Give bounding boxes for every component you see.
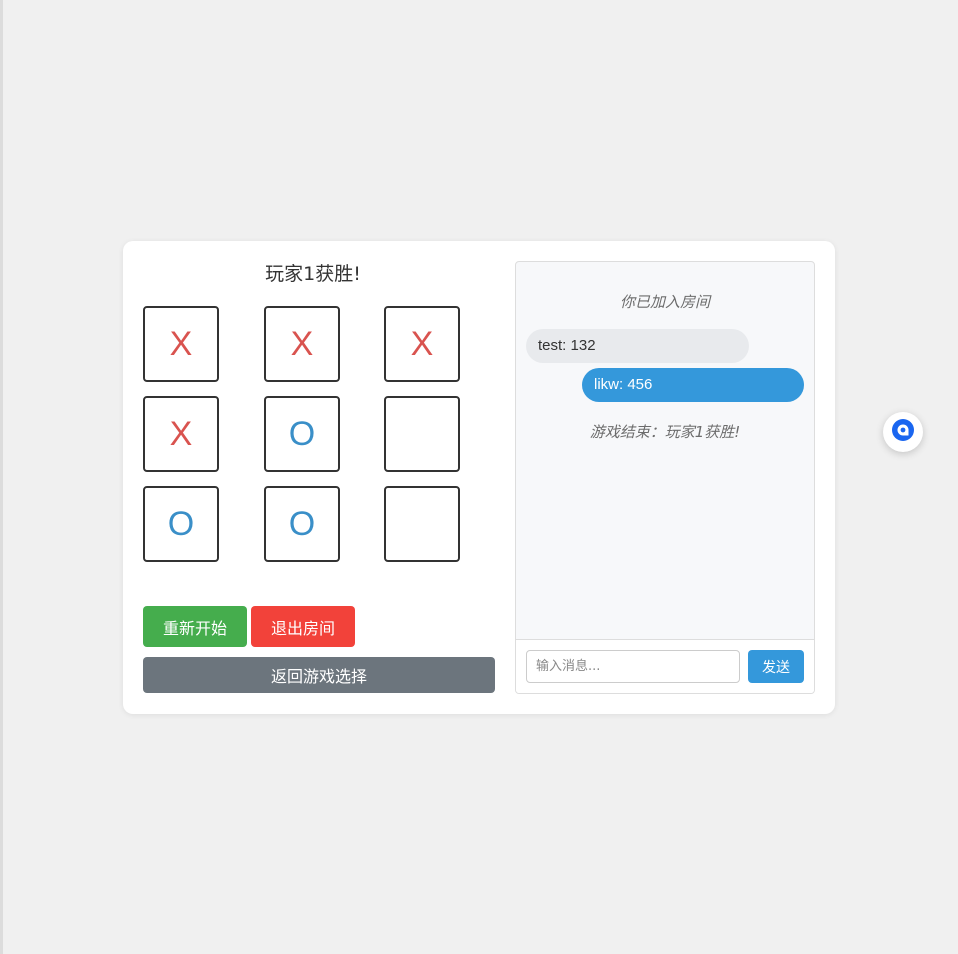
chat-message-self: likw: 456 — [582, 368, 804, 402]
chat-message-other: test: 132 — [526, 329, 749, 363]
chat-bubble-icon — [891, 418, 915, 446]
game-over-notice: 游戏结束：玩家1获胜! — [589, 423, 741, 441]
floating-assistant-button[interactable] — [883, 412, 923, 452]
back-to-game-select-button[interactable]: 返回游戏选择 — [143, 657, 495, 693]
board-cell-1[interactable]: X — [143, 306, 219, 382]
board-cell-3[interactable]: X — [384, 306, 460, 382]
board-cell-5[interactable]: O — [264, 396, 340, 472]
send-button[interactable]: 发送 — [748, 650, 804, 683]
chat-messages: 你已加入房间 test: 132 likw: 456 游戏结束：玩家1获胜! — [516, 262, 814, 639]
joined-room-notice: 你已加入房间 — [619, 293, 710, 311]
restart-button[interactable]: 重新开始 — [143, 606, 247, 647]
game-status: 玩家1获胜! — [265, 263, 361, 285]
board-cell-8[interactable]: O — [264, 486, 340, 562]
chat-message-input[interactable] — [526, 650, 740, 683]
chat-input-bar: 发送 — [516, 639, 814, 693]
board-cell-6[interactable] — [384, 396, 460, 472]
board-cell-9[interactable] — [384, 486, 460, 562]
game-room-card: 玩家1获胜! X X X X O O O 重新开始 退出房间 返回游戏选择 你已… — [123, 241, 835, 714]
board-cell-2[interactable]: X — [264, 306, 340, 382]
chat-panel: 你已加入房间 test: 132 likw: 456 游戏结束：玩家1获胜! 发… — [515, 261, 815, 694]
window-edge — [0, 0, 3, 954]
board-cell-4[interactable]: X — [143, 396, 219, 472]
tic-tac-toe-board: X X X X O O O — [143, 306, 483, 566]
leave-room-button[interactable]: 退出房间 — [251, 606, 355, 647]
board-cell-7[interactable]: O — [143, 486, 219, 562]
